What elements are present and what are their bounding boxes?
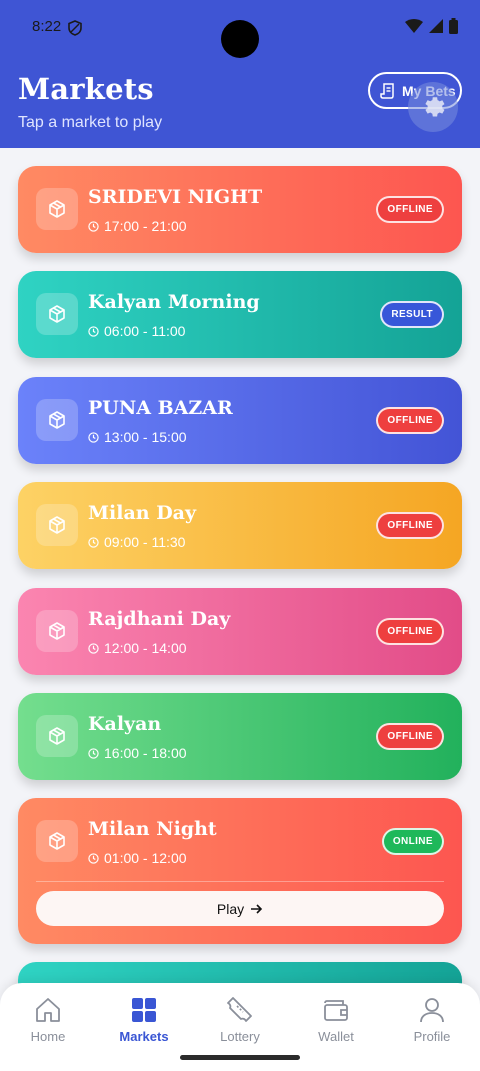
market-icon-box [36,504,78,546]
signal-icon [429,19,443,33]
ticket-icon [227,997,252,1022]
market-time-text: 06:00 - 11:00 [104,323,186,339]
status-badge: OFFLINE [376,407,444,434]
wifi-icon [405,19,423,33]
nav-home[interactable]: Home [0,997,96,1044]
market-card[interactable]: Kalyan 16:00 - 18:00 OFFLINE [18,693,462,780]
market-icon-box [36,610,78,652]
market-time-text: 01:00 - 12:00 [104,850,187,866]
status-badge: RESULT [380,301,444,328]
market-time: 06:00 - 11:00 [88,323,185,339]
cube-icon [49,622,65,640]
market-icon-box [36,820,78,862]
market-time-text: 16:00 - 18:00 [104,745,187,761]
page-subtitle: Tap a market to play [18,114,163,131]
market-icon-box [36,399,78,441]
market-time: 01:00 - 12:00 [88,850,187,866]
market-name: Milan Day [88,502,197,524]
cube-icon [49,727,65,745]
nav-label: Profile [413,1029,451,1044]
market-name: PUNA BAZAR [88,397,233,419]
market-time: 13:00 - 15:00 [88,429,187,445]
nav-markets[interactable]: Markets [96,997,192,1044]
clock-icon [88,325,99,337]
market-time: 09:00 - 11:30 [88,534,185,550]
market-time-text: 12:00 - 14:00 [104,640,187,656]
market-icon-box [36,188,78,230]
status-badge: OFFLINE [376,723,444,750]
clock-icon [88,747,99,759]
market-time-text: 17:00 - 21:00 [104,218,187,234]
arrow-right-icon [251,903,263,914]
market-time: 12:00 - 14:00 [88,640,187,656]
play-button[interactable]: Play [36,891,444,926]
market-card[interactable]: PUNA BAZAR 13:00 - 15:00 OFFLINE [18,377,462,464]
cube-icon [49,832,65,850]
market-card[interactable]: Kalyan Morning 06:00 - 11:00 RESULT [18,271,462,358]
market-name: SRIDEVI NIGHT [88,186,263,208]
market-card-active[interactable]: Milan Night 01:00 - 12:00 ONLINE Play [18,798,462,944]
nav-label: Wallet [318,1029,354,1044]
shield-icon [68,20,82,36]
market-time: 16:00 - 18:00 [88,745,187,761]
card-divider [36,881,444,882]
clock-icon [88,852,99,864]
status-badge: OFFLINE [376,618,444,645]
market-name: Milan Night [88,818,217,840]
page-title: Markets [18,72,154,106]
clock-icon [88,536,99,548]
market-card[interactable]: Milan Day 09:00 - 11:30 OFFLINE [18,482,462,569]
nav-label: Lottery [220,1029,260,1044]
camera-cutout [221,20,259,58]
market-name: Rajdhani Day [88,608,231,630]
cube-icon [49,305,65,323]
status-badge: OFFLINE [376,512,444,539]
clock-icon [88,431,99,443]
market-name: Kalyan [88,713,162,735]
nav-label: Home [30,1029,66,1044]
nav-label: Markets [119,1029,169,1044]
market-name: Kalyan Morning [88,291,260,313]
status-icons [405,18,458,34]
profile-icon [420,998,444,1023]
clock-icon [88,642,99,654]
receipt-icon [380,82,394,99]
market-time: 17:00 - 21:00 [88,218,187,234]
app-header: 8:22 Markets Tap a market to play My Bet… [0,0,480,148]
settings-button[interactable] [408,82,458,132]
home-icon [36,998,60,1022]
grid-icon [132,998,156,1022]
market-time-text: 13:00 - 15:00 [104,429,187,445]
gear-icon [425,97,445,117]
status-time: 8:22 [32,18,62,35]
market-time-text: 09:00 - 11:30 [104,534,186,550]
play-label: Play [216,900,245,917]
nav-wallet[interactable]: Wallet [288,997,384,1044]
cube-icon [49,516,65,534]
cube-icon [49,200,65,218]
market-icon-box [36,293,78,335]
nav-lottery[interactable]: Lottery [192,997,288,1044]
wallet-icon [324,1000,348,1021]
market-card[interactable]: SRIDEVI NIGHT 17:00 - 21:00 OFFLINE [18,166,462,253]
status-badge: ONLINE [381,828,444,855]
battery-icon [449,18,458,34]
cube-icon [49,411,65,429]
nav-profile[interactable]: Profile [384,997,480,1044]
market-card[interactable]: Rajdhani Day 12:00 - 14:00 OFFLINE [18,588,462,675]
clock-icon [88,220,99,232]
gesture-bar [180,1055,300,1060]
status-badge: OFFLINE [376,196,444,223]
status-bar: 8:22 [0,0,480,58]
market-icon-box [36,715,78,757]
